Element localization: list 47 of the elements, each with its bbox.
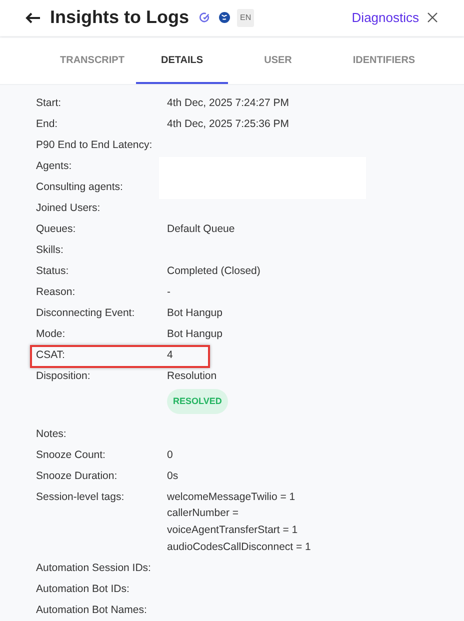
field-label: CSAT: <box>36 348 65 364</box>
field-value: Bot Hangup <box>167 306 222 322</box>
field-value: Default Queue <box>167 222 235 238</box>
field-label: End: <box>36 117 58 132</box>
status-badge: RESOLVED <box>167 388 228 414</box>
field-value: 4 <box>167 348 173 364</box>
field-label: Mode: <box>36 327 66 342</box>
field-label: Reason: <box>36 285 76 300</box>
tab[interactable]: USER <box>228 36 328 84</box>
field-label: Agents: <box>36 159 72 174</box>
field-label: Automation Session IDs: <box>36 560 151 576</box>
tag-value: voiceAgentTransferStart = 1 <box>167 523 298 538</box>
field-value: 4th Dec, 2025 7:24:27 PM <box>167 96 289 112</box>
close-icon[interactable] <box>427 12 438 24</box>
field-value: - <box>167 285 170 300</box>
field-value: Resolution <box>167 369 217 384</box>
tag-value: callerNumber = <box>167 506 238 522</box>
tab[interactable]: DETAILS <box>136 36 228 84</box>
field-value: 0 <box>167 448 173 463</box>
field-label: Snooze Count: <box>36 448 106 463</box>
field-value: 4th Dec, 2025 7:25:36 PM <box>167 117 289 132</box>
field-value: 0s <box>167 468 178 484</box>
tab[interactable]: TRANSCRIPT <box>44 36 136 84</box>
language-badge: EN <box>237 8 254 27</box>
field-label: Automation Bot Names: <box>36 602 147 618</box>
field-label: Automation Bot IDs: <box>36 582 130 597</box>
field-label: Notes: <box>36 426 66 442</box>
page-title: Insights to Logs <box>50 6 189 30</box>
check-gauge-icon <box>199 12 210 24</box>
field-label: Session-level tags: <box>36 490 124 505</box>
back-arrow-icon[interactable] <box>25 12 41 24</box>
field-value: Bot Hangup <box>167 327 222 342</box>
field-label: Disposition: <box>36 369 90 384</box>
tag-value: welcomeMessageTwilio = 1 <box>167 490 296 505</box>
field-label: P90 End to End Latency: <box>36 138 152 154</box>
field-value: Completed (Closed) <box>167 264 260 280</box>
field-label: Snooze Duration: <box>36 468 118 484</box>
field-label: Skills: <box>36 243 64 258</box>
field-label: Start: <box>36 96 62 112</box>
field-label: Status: <box>36 264 69 280</box>
tab[interactable]: IDENTIFIERS <box>328 36 440 84</box>
field-label: Consulting agents: <box>36 180 123 196</box>
field-label: Disconnecting Event: <box>36 306 135 322</box>
tag-value: audioCodesCallDisconnect = 1 <box>167 540 311 555</box>
field-label: Joined Users: <box>36 201 100 216</box>
diagnostics-link[interactable]: Diagnostics <box>352 8 419 28</box>
field-label: Queues: <box>36 222 76 238</box>
